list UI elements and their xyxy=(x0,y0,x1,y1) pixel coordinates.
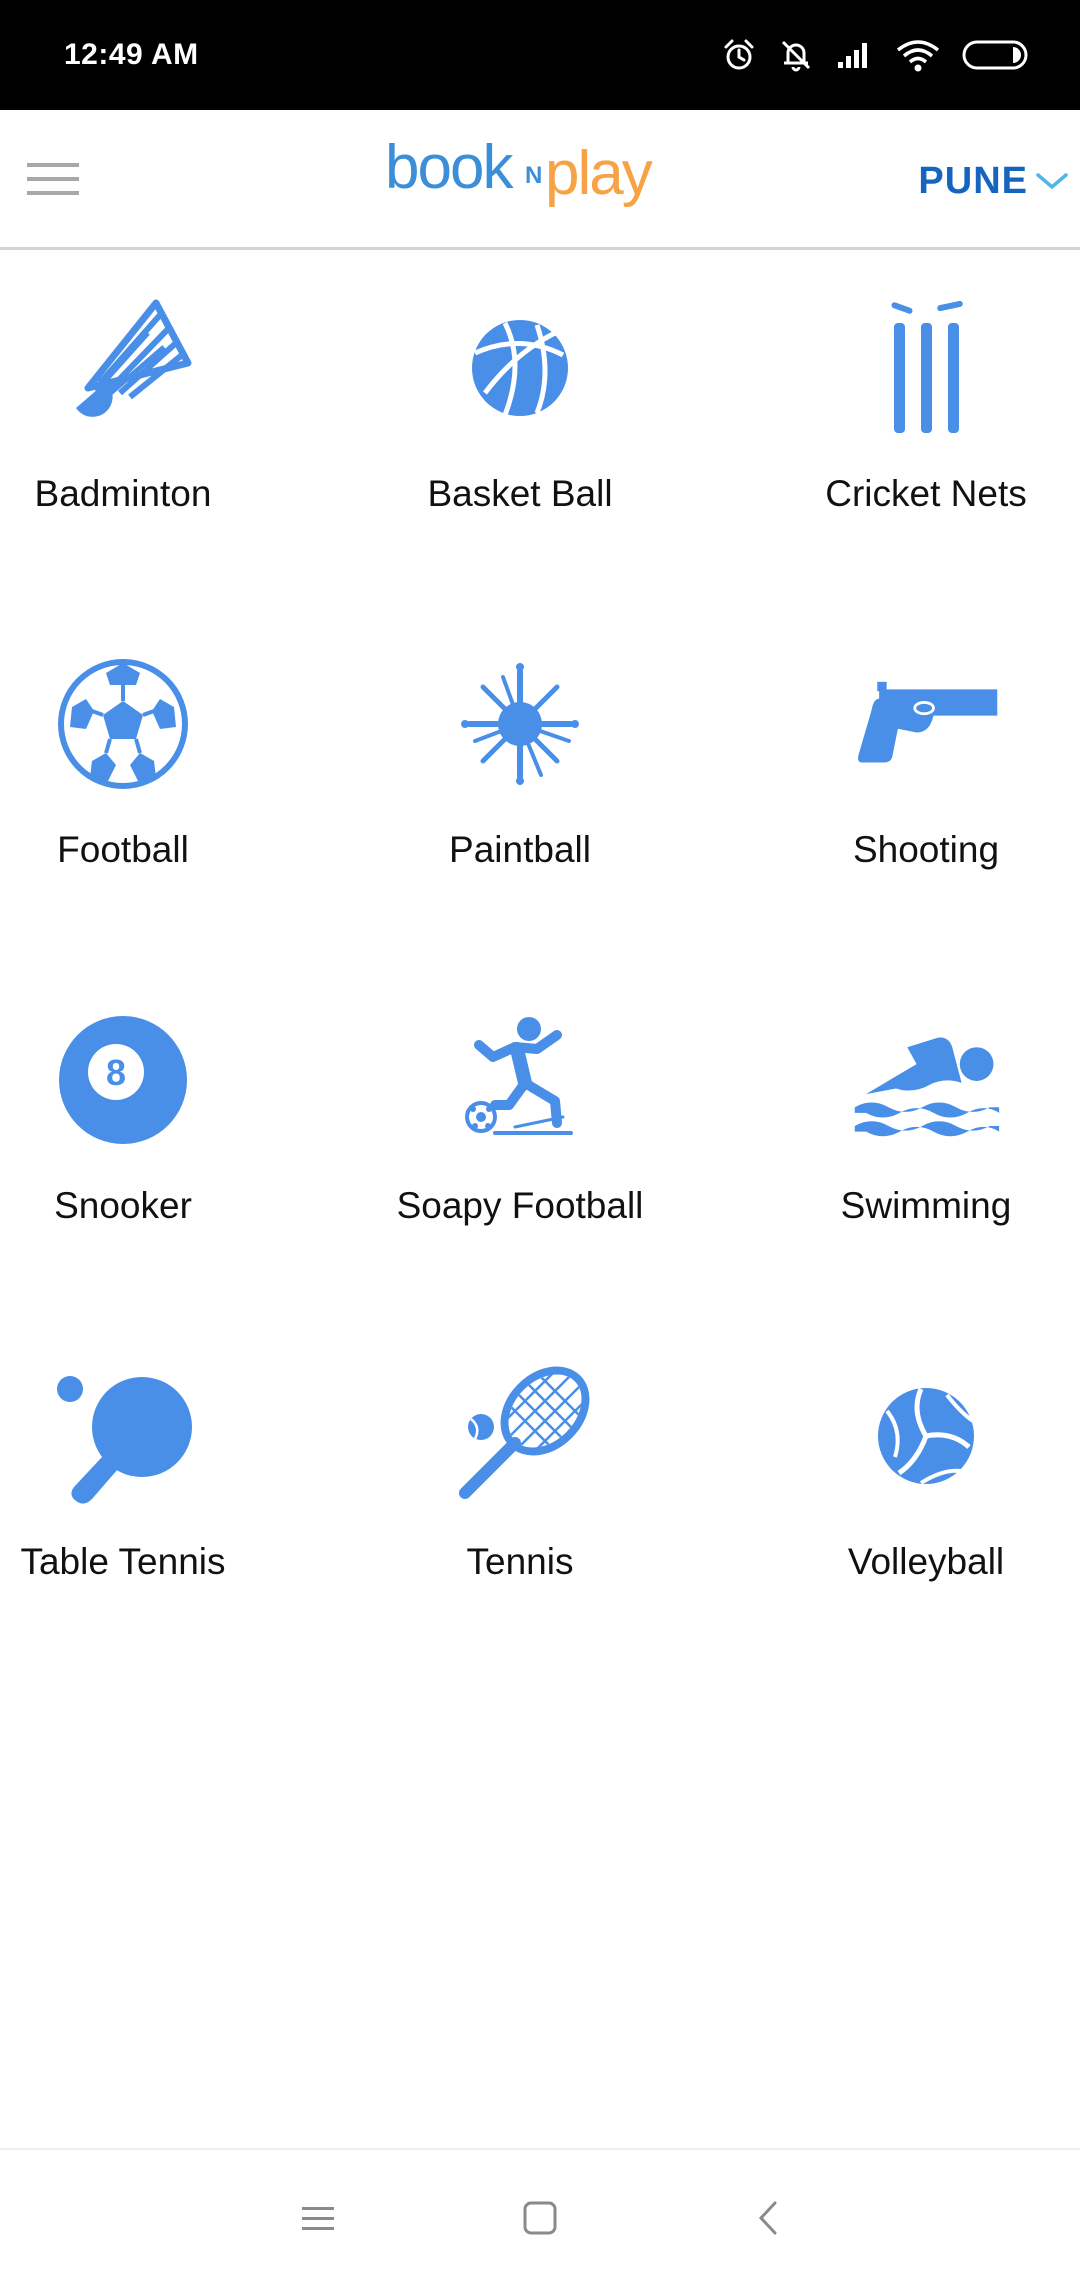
ping-pong-paddle-icon xyxy=(48,1361,198,1511)
sport-tile-snooker[interactable]: 8 Snooker xyxy=(0,965,303,1321)
recents-button[interactable] xyxy=(290,2190,346,2246)
shuttlecock-icon xyxy=(48,293,198,443)
paint-splat-icon xyxy=(445,649,595,799)
sport-tile-table-tennis[interactable]: Table Tennis xyxy=(0,1321,303,1677)
cricket-stumps-icon xyxy=(851,293,1001,443)
swimmer-icon xyxy=(851,1005,1001,1155)
menu-button[interactable] xyxy=(20,146,86,212)
sport-label: Basket Ball xyxy=(427,473,613,514)
city-label: PUNE xyxy=(918,159,1028,202)
chevron-down-icon xyxy=(1036,173,1068,190)
sport-label: Snooker xyxy=(54,1185,192,1226)
alarm-icon xyxy=(722,38,756,72)
status-icons xyxy=(722,30,1032,80)
sport-tile-volleyball[interactable]: Volleyball xyxy=(746,1321,1080,1677)
logo-play: play xyxy=(545,139,653,208)
sport-tile-shooting[interactable]: Shooting xyxy=(746,609,1080,965)
notifications-off-icon xyxy=(778,37,814,73)
basketball-icon xyxy=(445,293,595,443)
logo-book: book xyxy=(385,133,514,202)
home-button[interactable] xyxy=(512,2190,568,2246)
sports-grid: Badminton Basket Ball Cricket Nets Footb… xyxy=(0,253,1080,1677)
sport-label: Tennis xyxy=(466,1541,574,1582)
hamburger-menu-icon xyxy=(27,163,79,195)
sport-tile-paintball[interactable]: Paintball xyxy=(340,609,700,965)
sport-tile-basket-ball[interactable]: Basket Ball xyxy=(340,253,700,609)
back-button[interactable] xyxy=(740,2190,796,2246)
back-icon xyxy=(758,2201,777,2235)
booknplay-logo: book N play xyxy=(385,128,695,238)
signal-icon xyxy=(836,40,874,70)
tennis-racket-icon xyxy=(445,1361,595,1511)
football-icon xyxy=(48,649,198,799)
status-time: 12:49 AM xyxy=(64,38,199,71)
soapy-football-player-icon xyxy=(445,1005,595,1155)
sport-label: Shooting xyxy=(852,829,1000,870)
sport-label: Soapy Football xyxy=(396,1185,644,1226)
recents-icon xyxy=(302,2207,334,2230)
system-nav-bar xyxy=(0,2148,1080,2280)
sport-label: Badminton xyxy=(34,473,212,514)
sport-label: Table Tennis xyxy=(20,1541,226,1582)
wifi-icon xyxy=(896,38,940,72)
home-icon xyxy=(523,2201,557,2235)
battery-icon xyxy=(962,39,1032,71)
sport-label: Football xyxy=(57,829,189,870)
pistol-icon xyxy=(851,649,1001,799)
sport-label: Swimming xyxy=(840,1185,1012,1226)
sport-label: Volleyball xyxy=(847,1541,1005,1582)
sport-tile-cricket-nets[interactable]: Cricket Nets xyxy=(746,253,1080,609)
sport-tile-swimming[interactable]: Swimming xyxy=(746,965,1080,1321)
sport-label: Cricket Nets xyxy=(825,473,1027,514)
eight-ball-icon: 8 xyxy=(48,1005,198,1155)
sport-tile-soapy-football[interactable]: Soapy Football xyxy=(340,965,700,1321)
city-selector[interactable]: PUNE xyxy=(918,156,1070,206)
eight-ball-number: 8 xyxy=(106,1052,126,1093)
app-bar: book N play PUNE xyxy=(0,110,1080,250)
logo-n: N xyxy=(525,162,542,189)
sport-tile-badminton[interactable]: Badminton xyxy=(0,253,303,609)
status-bar: 12:49 AM xyxy=(0,0,1080,110)
sport-tile-tennis[interactable]: Tennis xyxy=(340,1321,700,1677)
sport-tile-football[interactable]: Football xyxy=(0,609,303,965)
volleyball-icon xyxy=(851,1361,1001,1511)
sport-label: Paintball xyxy=(449,829,591,870)
